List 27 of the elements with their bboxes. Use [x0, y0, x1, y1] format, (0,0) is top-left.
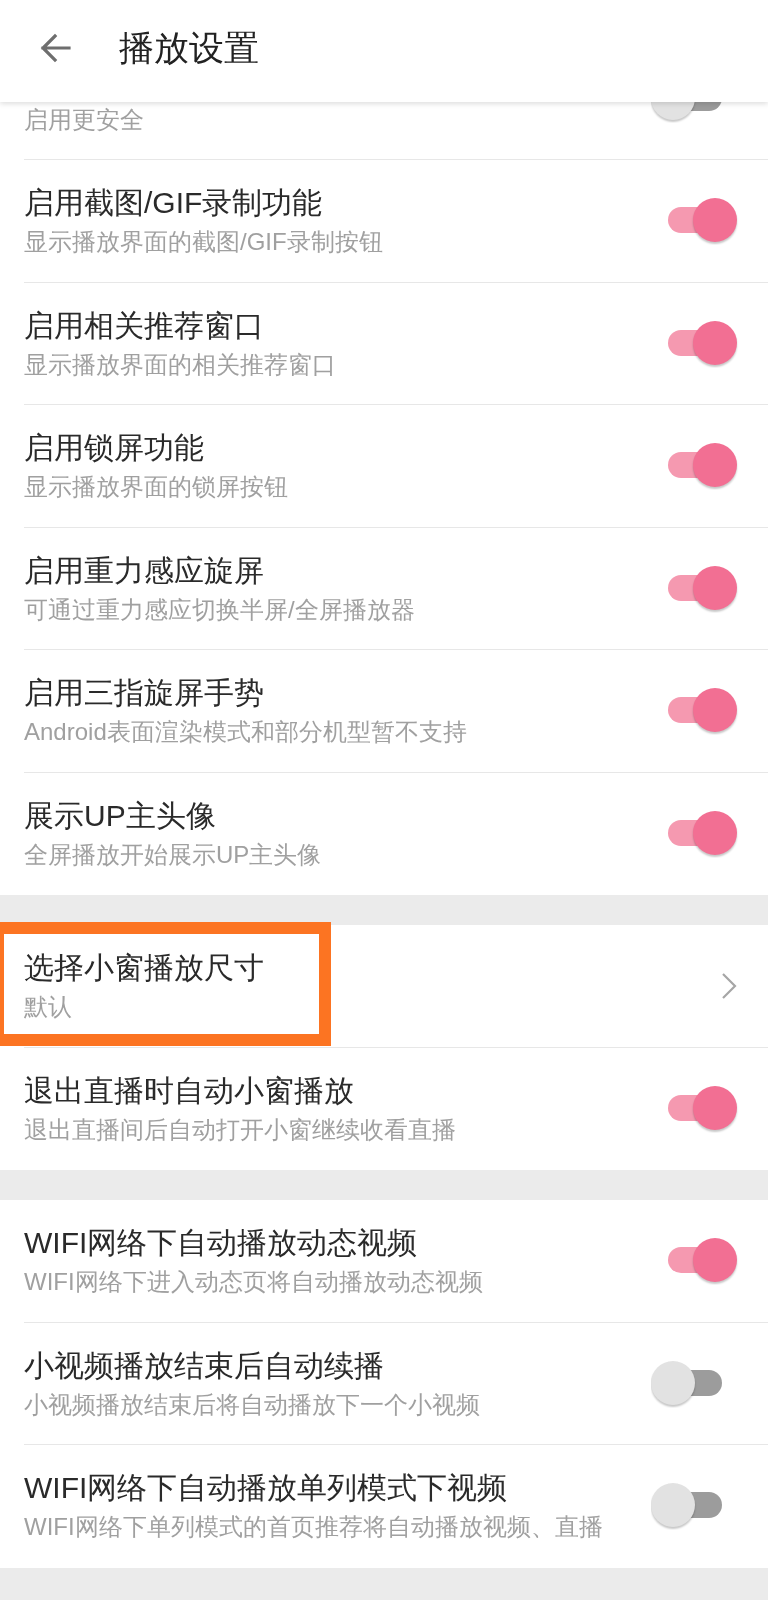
setting-description: WIFI网络下单列模式的首页推荐将自动播放视频、直播: [24, 1512, 604, 1543]
setting-title: 启用相关推荐窗口: [24, 307, 265, 344]
setting-title: 启用截图/GIF录制功能: [24, 185, 324, 222]
setting-value: 默认: [24, 992, 73, 1023]
setting-title: 选择小窗播放尺寸: [24, 950, 265, 987]
setting-title: 启用三指旋屏手势: [24, 675, 265, 712]
setting-title: 退出直播时自动小窗播放: [24, 1072, 355, 1109]
setting-description: 退出直播间后自动打开小窗继续收看直播: [24, 1114, 457, 1145]
settings-row[interactable]: 选择小窗播放尺寸 默认: [0, 925, 768, 1048]
setting-description: 显示播放界面的截图/GIF录制按钮: [24, 227, 384, 258]
setting-description: 显示播放界面的锁屏按钮: [24, 472, 289, 503]
setting-title: 小视频播放结束后自动续播: [24, 1347, 385, 1384]
setting-title: WIFI网络下自动播放单列模式下视频: [24, 1470, 509, 1507]
setting-description: 小视频播放结束后将自动播放下一个小视频: [24, 1389, 481, 1420]
setting-title: 启用重力感应旋屏: [24, 552, 265, 589]
setting-description: 全屏播放开始展示UP主头像: [24, 839, 323, 870]
chevron-right-icon: [721, 972, 737, 1001]
back-icon[interactable]: [39, 33, 71, 63]
setting-description: 可通过重力感应切换半屏/全屏播放器: [24, 594, 416, 625]
page-title: 播放设置: [119, 27, 259, 69]
setting-description: Android表面渲染模式和部分机型暂不支持: [24, 717, 468, 748]
setting-description: WIFI网络下进入动态页将自动播放动态视频: [24, 1267, 484, 1298]
setting-title: 启用锁屏功能: [24, 430, 205, 467]
setting-title: WIFI网络下自动播放动态视频: [24, 1225, 419, 1262]
setting-title: 展示UP主头像: [24, 797, 217, 834]
setting-description: 显示播放界面的相关推荐窗口: [24, 349, 337, 380]
setting-description: 启用更安全: [24, 105, 145, 135]
